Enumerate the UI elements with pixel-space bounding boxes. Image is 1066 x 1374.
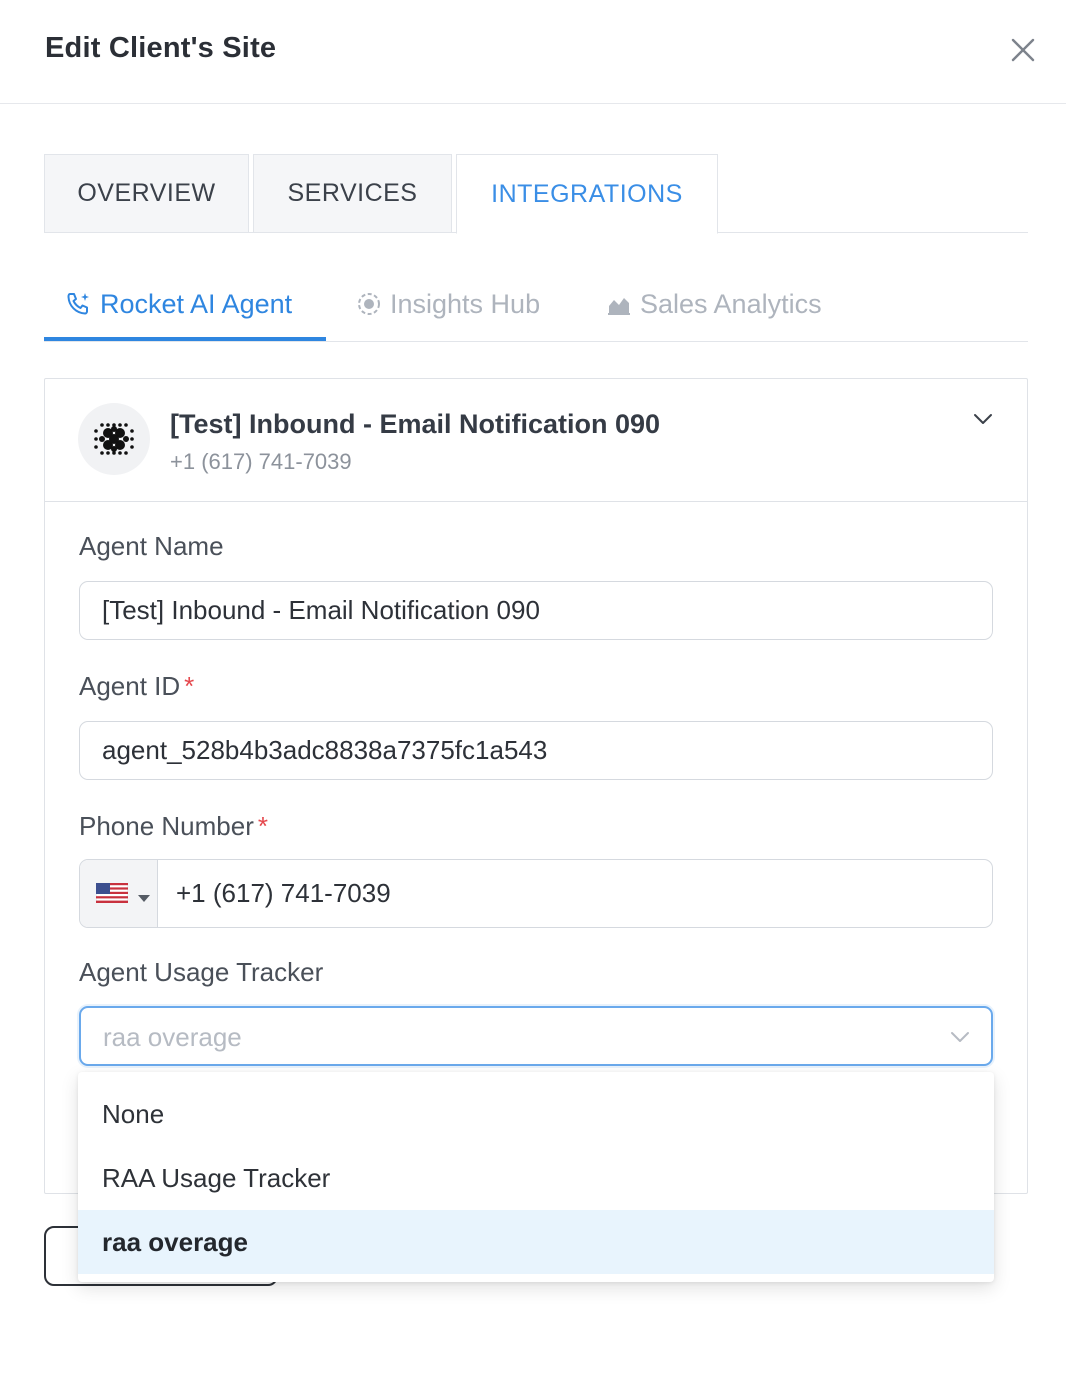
main-tabs: OVERVIEW SERVICES INTEGRATIONS xyxy=(44,154,1028,234)
subtab-label: Rocket AI Agent xyxy=(100,288,293,319)
dropdown-option-raa-overage[interactable]: raa overage xyxy=(78,1210,994,1274)
label-text: Phone Number xyxy=(79,811,254,841)
usage-tracker-dropdown: None RAA Usage Tracker raa overage xyxy=(78,1072,994,1282)
edit-site-modal: Edit Client's Site OVERVIEW SERVICES INT… xyxy=(0,0,1066,1374)
agent-name-label: Agent Name xyxy=(79,531,224,562)
close-icon[interactable] xyxy=(1006,33,1040,67)
phone-number-input[interactable] xyxy=(176,860,976,927)
subtab-sales-analytics[interactable]: Sales Analytics xyxy=(606,284,822,324)
subtab-rocket-ai-agent[interactable]: Rocket AI Agent xyxy=(64,284,292,324)
subtab-insights-hub[interactable]: Insights Hub xyxy=(356,284,540,324)
tab-services[interactable]: SERVICES xyxy=(253,154,452,233)
phone-number-label: Phone Number * xyxy=(79,811,268,842)
phone-number-field xyxy=(79,859,993,928)
caret-down-icon xyxy=(138,890,150,908)
integration-subtabs: Rocket AI Agent Insights Hub Sales Analy… xyxy=(44,270,1028,342)
label-text: Agent ID xyxy=(79,671,181,701)
usage-tracker-label: Agent Usage Tracker xyxy=(79,957,323,988)
select-placeholder: raa overage xyxy=(103,1022,242,1052)
subtab-label: Sales Analytics xyxy=(640,288,822,319)
required-mark: * xyxy=(184,671,195,701)
agent-name-input[interactable] xyxy=(79,581,993,640)
label-text: Agent Name xyxy=(79,531,224,561)
chevron-down-icon xyxy=(949,1026,971,1053)
modal-title: Edit Client's Site xyxy=(45,32,277,64)
chart-area-icon xyxy=(606,291,632,317)
chevron-down-icon[interactable] xyxy=(971,407,995,431)
agent-id-input[interactable] xyxy=(79,721,993,780)
dropdown-option-raa-usage-tracker[interactable]: RAA Usage Tracker xyxy=(78,1146,994,1210)
modal-header: Edit Client's Site xyxy=(0,0,1066,104)
tab-integrations[interactable]: INTEGRATIONS xyxy=(456,154,718,234)
phone-sparkle-icon xyxy=(64,290,92,318)
target-icon xyxy=(356,291,382,317)
active-subtab-indicator xyxy=(44,337,326,341)
dropdown-option-none[interactable]: None xyxy=(78,1082,994,1146)
label-text: Agent Usage Tracker xyxy=(79,957,324,987)
country-code-select[interactable] xyxy=(80,860,158,927)
agent-phone: +1 (617) 741-7039 xyxy=(170,449,352,474)
agent-title: [Test] Inbound - Email Notification 090 xyxy=(170,409,661,439)
dot-grid-logo-icon xyxy=(78,403,150,475)
usage-tracker-select[interactable]: raa overage xyxy=(79,1006,993,1066)
agent-id-label: Agent ID * xyxy=(79,671,194,702)
subtab-label: Insights Hub xyxy=(390,288,541,319)
required-mark: * xyxy=(257,811,269,841)
tab-overview[interactable]: OVERVIEW xyxy=(44,154,249,233)
us-flag-icon xyxy=(95,882,129,908)
agent-card-header[interactable]: [Test] Inbound - Email Notification 090 … xyxy=(45,379,1027,502)
